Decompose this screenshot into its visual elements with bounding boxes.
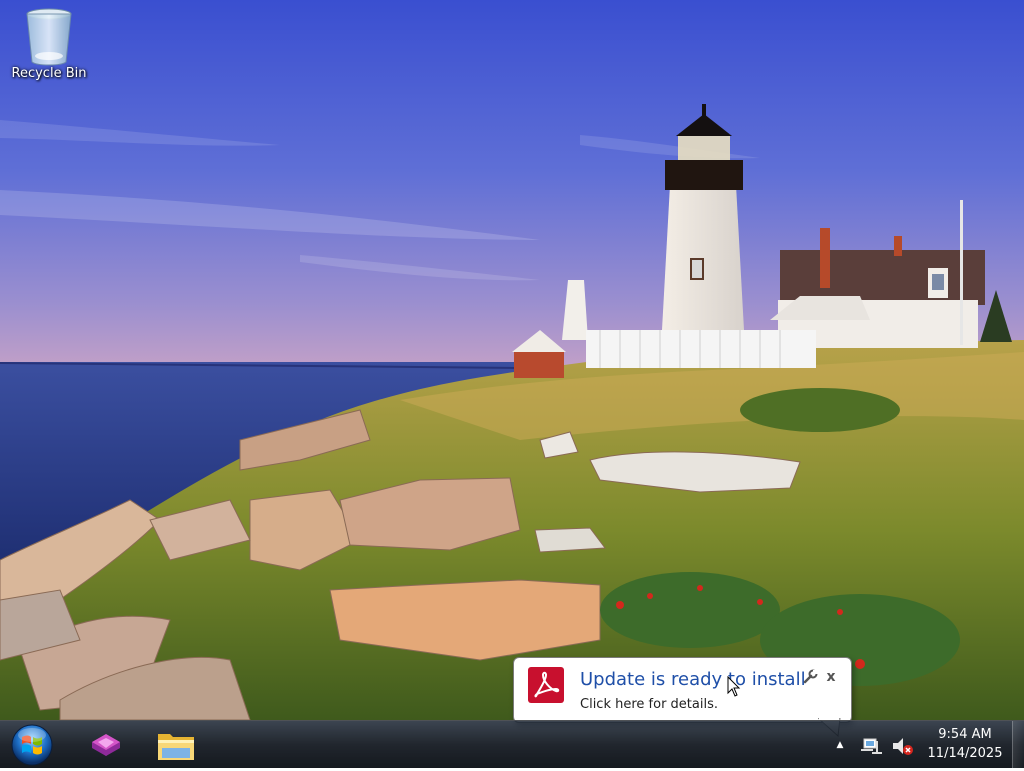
adobe-acrobat-icon <box>528 667 564 703</box>
file-explorer-folder-icon <box>158 734 194 760</box>
update-notification-balloon[interactable]: Update is ready to install Click here fo… <box>513 657 852 723</box>
mouse-cursor-icon <box>727 675 741 698</box>
taskbar-clock[interactable]: 9:54 AM 11/14/2025 <box>918 725 1012 765</box>
volume-muted-icon[interactable] <box>890 735 916 757</box>
clock-time: 9:54 AM <box>938 727 992 742</box>
notification-title: Update is ready to install <box>580 669 806 690</box>
notification-text: Click here for details. <box>580 697 718 712</box>
desktop-icon-recycle-bin[interactable]: Recycle Bin <box>6 4 92 94</box>
taskbar: ▲ 9:54 AM 11/14/2025 <box>0 720 1024 769</box>
notification-close-button[interactable]: x <box>823 668 839 686</box>
visual-studio-icon <box>92 734 120 756</box>
network-icon[interactable] <box>860 735 886 757</box>
file-explorer-taskbar-button[interactable] <box>146 723 204 767</box>
recycle-bin-icon <box>23 4 75 66</box>
visual-studio-taskbar-button[interactable] <box>76 723 134 767</box>
start-button[interactable] <box>8 723 56 767</box>
desktop-wallpaper <box>0 0 1024 768</box>
recycle-bin-label: Recycle Bin <box>11 66 87 81</box>
show-desktop-button[interactable] <box>1012 721 1024 769</box>
wrench-icon[interactable] <box>802 669 818 685</box>
clock-date: 11/14/2025 <box>927 746 1003 761</box>
show-hidden-icons-button[interactable]: ▲ <box>833 739 847 751</box>
